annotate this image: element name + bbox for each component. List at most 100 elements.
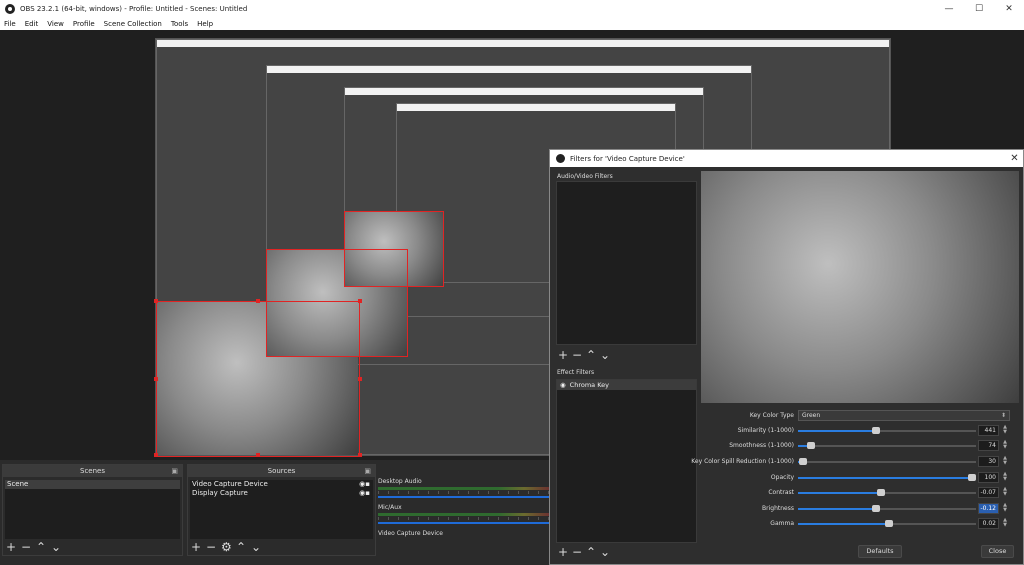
resize-handle-bl[interactable] [154,453,158,457]
menu-file[interactable]: File [4,20,16,28]
volume-fader[interactable] [378,496,550,498]
scenes-toolbar: + − ⌃ ⌄ [6,541,61,553]
resize-handle-tl[interactable] [154,299,158,303]
add-scene-icon[interactable]: + [6,541,16,553]
add-source-icon[interactable]: + [191,541,201,553]
nested-selection-box-2 [344,211,444,287]
menu-profile[interactable]: Profile [73,20,95,28]
slider-fill [798,492,881,494]
property-spinbox[interactable]: -0.07 [978,487,999,498]
slider-handle[interactable] [807,442,816,449]
visibility-eye-icon[interactable]: ◉▪ [359,489,370,498]
source-item-label: Video Capture Device [192,480,268,488]
gear-icon[interactable]: ⚙ [221,541,232,553]
add-filter-icon[interactable]: + [558,349,568,361]
property-slider[interactable] [798,458,976,465]
spin-arrows-icon[interactable]: ▲ ▼ [1001,487,1009,498]
property-spinbox[interactable]: -0.12 [978,503,999,514]
scenes-list[interactable]: Scene [5,480,180,539]
property-slider[interactable] [798,489,976,496]
remove-filter-icon[interactable]: − [572,546,582,558]
key-color-type-row: Key Color Type Green ⬍ [698,410,1018,422]
audio-video-filters-list[interactable] [556,181,697,345]
mixer-channel: Mic/Aux [378,504,550,530]
filter-preview [701,171,1019,403]
menu-help[interactable]: Help [197,20,213,28]
visibility-eye-icon[interactable]: ◉▪ [359,480,370,489]
move-up-icon[interactable]: ⌃ [586,546,596,558]
property-spinbox[interactable]: 30 [978,456,999,467]
property-label: Similarity (1-1000) [737,427,794,434]
minimize-button[interactable]: — [934,0,964,17]
scenes-dock: Scenes ▣ Scene + − ⌃ ⌄ [2,464,183,556]
resize-handle-tm[interactable] [256,299,260,303]
resize-handle-bm[interactable] [256,453,260,457]
audio-video-filters-label: Audio/Video Filters [557,173,613,180]
effect-filters-list[interactable]: ◉ Chroma Key [556,379,697,543]
property-slider[interactable] [798,442,976,449]
move-down-icon[interactable]: ⌄ [251,541,261,553]
spin-arrows-icon[interactable]: ▲ ▼ [1001,425,1009,436]
property-slider[interactable] [798,505,976,512]
spin-arrows-icon[interactable]: ▲ ▼ [1001,440,1009,451]
move-down-icon[interactable]: ⌄ [600,349,610,361]
property-slider[interactable] [798,520,976,527]
effect-filters-label: Effect Filters [557,369,595,376]
resize-handle-br[interactable] [358,453,362,457]
move-down-icon[interactable]: ⌄ [600,546,610,558]
spin-arrows-icon[interactable]: ▲ ▼ [1001,503,1009,514]
slider-handle[interactable] [876,489,885,496]
dock-float-icon[interactable]: ▣ [171,465,178,477]
property-spinbox[interactable]: 74 [978,440,999,451]
filters-dialog-titlebar: Filters for 'Video Capture Device' ✕ [550,150,1023,167]
property-spinbox[interactable]: 0.02 [978,518,999,529]
move-up-icon[interactable]: ⌃ [586,349,596,361]
add-filter-icon[interactable]: + [558,546,568,558]
maximize-button[interactable]: ☐ [964,0,994,17]
filter-item-chroma-key[interactable]: ◉ Chroma Key [557,380,696,390]
sources-list[interactable]: Video Capture Device ◉▪ Display Capture … [190,480,373,539]
property-slider[interactable] [798,427,976,434]
spin-arrows-icon[interactable]: ▲ ▼ [1001,456,1009,467]
slider-fill [798,508,877,510]
slider-handle[interactable] [884,520,893,527]
source-item[interactable]: Display Capture ◉▪ [190,489,373,498]
remove-filter-icon[interactable]: − [572,349,582,361]
spin-arrows-icon[interactable]: ▲ ▼ [1001,518,1009,529]
close-dialog-button[interactable]: Close [981,545,1014,558]
menu-view[interactable]: View [47,20,64,28]
mixer-channel: Desktop Audio [378,478,550,504]
mixer-channel-label: Desktop Audio [378,478,422,485]
property-slider[interactable] [798,474,976,481]
move-up-icon[interactable]: ⌃ [36,541,46,553]
move-up-icon[interactable]: ⌃ [236,541,246,553]
close-button[interactable]: ✕ [994,0,1024,17]
remove-scene-icon[interactable]: − [21,541,31,553]
meter-ticks [378,517,550,520]
remove-source-icon[interactable]: − [206,541,216,553]
dock-float-icon[interactable]: ▣ [364,465,371,477]
visibility-eye-icon[interactable]: ◉ [560,380,566,390]
key-color-type-select[interactable]: Green ⬍ [798,410,1010,421]
volume-fader[interactable] [378,522,550,524]
sources-title: Sources [267,467,296,475]
close-icon[interactable]: ✕ [1006,150,1023,167]
source-item[interactable]: Video Capture Device ◉▪ [190,480,373,489]
spin-arrows-icon[interactable]: ▲ ▼ [1001,472,1009,483]
menu-scene-collection[interactable]: Scene Collection [104,20,162,28]
slider-handle[interactable] [799,458,808,465]
scene-item[interactable]: Scene [5,480,180,489]
property-spinbox[interactable]: 441 [978,425,999,436]
move-down-icon[interactable]: ⌄ [51,541,61,553]
defaults-button[interactable]: Defaults [858,545,902,558]
menu-tools[interactable]: Tools [171,20,188,28]
property-label: Opacity [770,474,794,481]
slider-handle[interactable] [872,427,881,434]
menu-edit[interactable]: Edit [25,20,39,28]
resize-handle-mr[interactable] [358,377,362,381]
property-spinbox[interactable]: 100 [978,472,999,483]
slider-handle[interactable] [872,505,881,512]
slider-fill [798,430,877,432]
slider-handle[interactable] [968,474,976,481]
resize-handle-ml[interactable] [154,377,158,381]
